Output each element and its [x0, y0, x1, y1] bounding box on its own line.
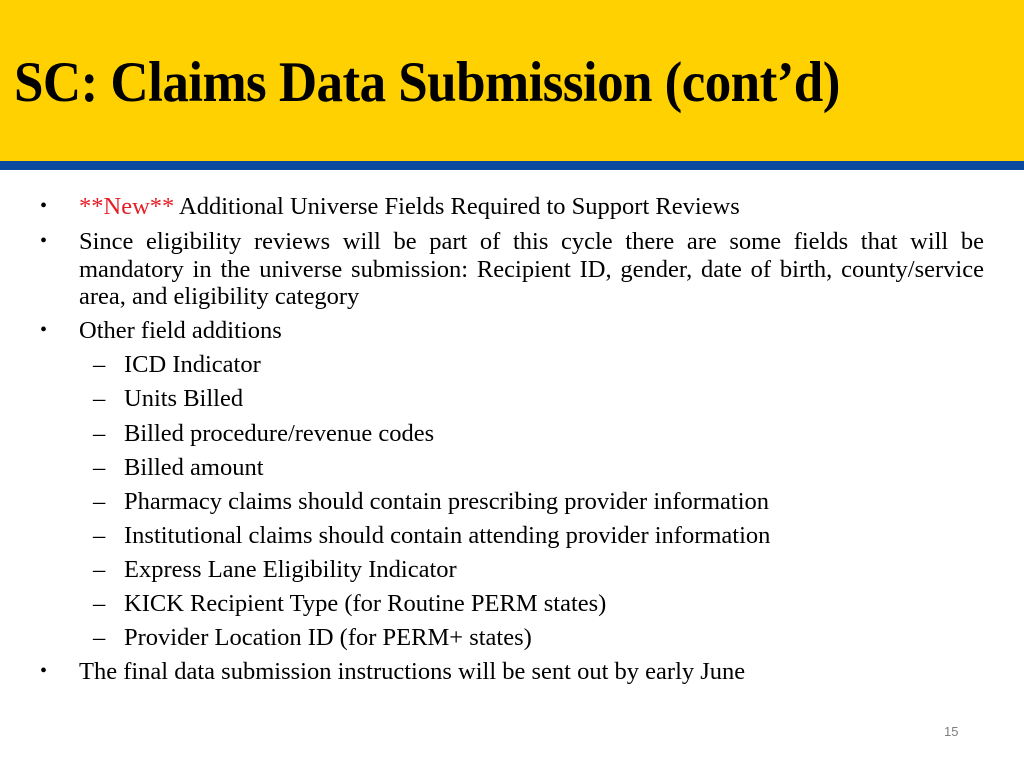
bullet-icon: • — [40, 319, 48, 341]
bullet-text: Other field additions — [79, 317, 282, 344]
sub-item-text: Units Billed — [124, 385, 244, 412]
dash-icon: – — [93, 522, 106, 549]
dash-icon: – — [93, 624, 106, 651]
dash-icon: – — [93, 556, 106, 583]
sub-item-text: Billed amount — [124, 454, 264, 481]
bullet-text: Since eligibility reviews will be part o… — [79, 228, 984, 310]
sub-item-text: Provider Location ID (for PERM+ states) — [124, 624, 532, 651]
sub-item-text: Express Lane Eligibility Indicator — [124, 556, 457, 583]
dash-icon: – — [93, 454, 106, 481]
dash-icon: – — [93, 385, 106, 412]
page-number: 15 — [944, 724, 959, 739]
dash-icon: – — [93, 420, 106, 447]
sub-item-text: Institutional claims should contain atte… — [124, 522, 771, 549]
sub-item-text: Pharmacy claims should contain prescribi… — [124, 488, 770, 515]
sub-item-text: KICK Recipient Type (for Routine PERM st… — [124, 590, 607, 617]
new-highlight: **New** — [79, 193, 175, 220]
sub-item-text: ICD Indicator — [124, 351, 261, 378]
bullet-icon: • — [40, 195, 48, 217]
dash-icon: – — [93, 590, 106, 617]
title-banner: SC: Claims Data Submission (cont’d) — [0, 0, 1024, 161]
dash-icon: – — [93, 351, 106, 378]
bullet-text: The final data submission instructions w… — [79, 658, 746, 685]
bullet-text: **New** Additional Universe Fields Requi… — [79, 193, 740, 220]
header-rule — [0, 161, 1024, 170]
bullet-icon: • — [40, 660, 48, 682]
bullet-text-body: Additional Universe Fields Required to S… — [174, 193, 740, 220]
sub-item-text: Billed procedure/revenue codes — [124, 420, 435, 447]
slide-title: SC: Claims Data Submission (cont’d) — [14, 51, 840, 114]
dash-icon: – — [93, 488, 106, 515]
bullet-icon: • — [40, 230, 48, 252]
